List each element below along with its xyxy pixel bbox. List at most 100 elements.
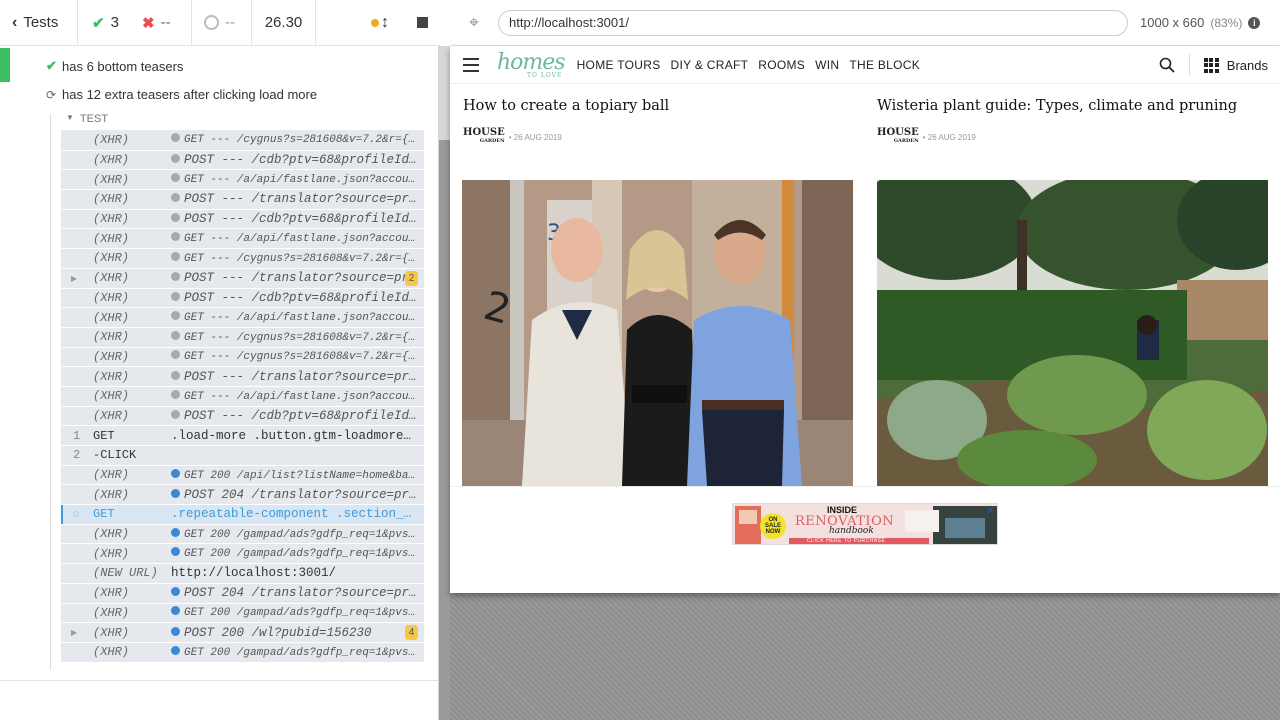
command-name: (XHR) [93,645,130,660]
command-name: (XHR) [93,212,130,227]
test-row[interactable]: ⟳ has 12 extra teasers after clicking lo… [46,87,317,102]
status-dot-icon [171,154,180,164]
brand-logo: HOUSE GARDEN [877,127,919,145]
status-dot-icon [171,370,180,380]
command-name: (XHR) [93,586,130,601]
tests-button[interactable]: ‹ Tests [0,0,78,46]
command-name: (XHR) [93,251,130,266]
status-dot-icon [171,291,180,301]
command-message: POST --- /cdb?ptv=68&profileId=... [171,409,424,423]
command-row[interactable]: (XHR) POST --- /cdb?ptv=68&profileId=... [61,287,424,308]
command-row[interactable]: (XHR) GET --- /cygnus?s=281608&v=7.2&r={"… [61,326,424,347]
failed-count: -- [160,14,171,31]
menu-icon[interactable] [463,57,479,72]
command-row[interactable]: (XHR) POST --- /cdb?ptv=68&profileId=... [61,405,424,426]
command-message: POST --- /cdb?ptv=68&profileId=... [171,153,424,167]
command-name: (XHR) [93,172,130,187]
nav-the-block[interactable]: THE BLOCK [849,58,920,72]
command-row[interactable]: ▶ (XHR) POST --- /translator?source=pr... 2 [61,267,424,288]
command-row[interactable]: (XHR) GET 200 /gampad/ads?gdfp_req=1&pvsi… [61,523,424,544]
command-row[interactable]: (XHR) GET --- /a/api/fastlane.json?accoun… [61,307,424,327]
autoscroll-toggle[interactable]: ↕ [371,14,389,32]
article-image[interactable] [877,180,1268,486]
command-row[interactable]: (XHR) POST --- /cdb?ptv=68&profileId=... [61,208,424,229]
test-title: has 12 extra teasers after clicking load… [62,87,318,102]
stop-button[interactable] [417,17,428,28]
test-title: has 6 bottom teasers [62,58,184,74]
command-message: POST --- /cdb?ptv=68&profileId=... [171,212,424,226]
command-name: (XHR) [93,192,130,207]
command-row[interactable]: (XHR) GET 200 /gampad/ads?gdfp_req=1&pvsi… [61,602,424,623]
passed-stat[interactable]: ✔ 3 [78,0,134,46]
command-message: GET --- /a/api/fastlane.json?account_... [171,232,424,245]
command-name: (XHR) [93,153,130,168]
status-dot-icon [171,488,180,498]
chevron-left-icon: ‹ [12,13,18,31]
expand-caret-icon[interactable]: ▶ [71,274,77,283]
site-logo[interactable]: homes TO LOVE [497,50,566,79]
status-dot-icon [171,251,180,261]
brands-button[interactable]: Brands [1203,57,1268,73]
pending-stat[interactable]: -- [192,0,252,46]
command-row[interactable]: ▶ (XHR) POST 200 /wl?pubid=156230 4 [61,622,424,642]
status-dot-icon [171,409,180,419]
nav-diy-craft[interactable]: DIY & CRAFT [671,58,749,72]
command-row[interactable]: (XHR) POST --- /translator?source=pre... [61,189,424,209]
failed-stat[interactable]: ✖ -- [134,0,192,46]
command-message: GET 200 /gampad/ads?gdfp_req=1&pvsid=... [171,606,424,619]
command-row[interactable]: (XHR) GET 200 /gampad/ads?gdfp_req=1&pvsi… [61,641,424,662]
article-title[interactable]: How to create a topiary ball [463,98,669,114]
command-row[interactable]: (XHR) GET 200 /api/list?listName=home&bas… [61,464,424,485]
status-dot-icon [171,232,180,242]
command-row[interactable]: (XHR) POST 204 /translator?source=pre... [61,484,424,505]
command-name: GET [93,507,115,522]
nav-rooms[interactable]: ROOMS [758,58,805,72]
command-message: POST 204 /translator?source=pre... [171,586,424,600]
command-name: (XHR) [93,290,130,305]
nav-win[interactable]: WIN [815,58,839,72]
command-message: POST --- /translator?source=pr... [171,271,424,285]
article-title[interactable]: Wisteria plant guide: Types, climate and… [877,98,1237,114]
command-row[interactable]: 2 -CLICK [61,445,424,465]
command-row[interactable]: (XHR) POST --- /cdb?ptv=68&profileId=... [61,149,424,170]
ad-headline-sub: handbook [829,526,874,536]
command-row[interactable]: (XHR) GET --- /cygnus?s=281608&v=7.2&r={"… [61,346,424,367]
url-field[interactable]: http://localhost:3001/ [498,9,1128,36]
command-row[interactable]: (XHR) GET --- /a/api/fastlane.json?accoun… [61,385,424,406]
command-name: (XHR) [93,408,130,423]
close-icon[interactable]: ✕ [986,504,995,517]
command-row[interactable]: (XHR) GET --- /a/api/fastlane.json?accoun… [61,228,424,249]
command-row[interactable]: (NEW URL) http://localhost:3001/ [61,563,424,583]
command-row[interactable]: (XHR) POST --- /translator?source=pre... [61,366,424,386]
command-row[interactable]: 1 GET .load-more .button.gtm-loadmore-b... [61,425,424,445]
pass-indicator [0,48,10,82]
crosshair-icon[interactable]: ⌖ [450,12,498,33]
command-row[interactable]: (XHR) POST 204 /translator?source=pre... [61,582,424,603]
ad-cta: CLICK HERE TO PURCHASE [807,538,886,544]
command-number: ◌ [61,507,93,521]
expand-caret-icon[interactable]: ▶ [71,628,77,637]
info-icon[interactable]: i [1248,16,1261,29]
command-row[interactable]: (XHR) GET --- /a/api/fastlane.json?accoun… [61,169,424,190]
command-message: POST 200 /wl?pubid=156230 [171,626,424,640]
command-name: GET [93,428,115,443]
article-image[interactable]: 2 3 [462,180,853,486]
search-icon[interactable] [1159,57,1175,73]
site-nav: homes TO LOVE HOME TOURS DIY & CRAFT ROO… [450,46,1280,84]
command-message: GET --- /a/api/fastlane.json?account_... [171,389,424,403]
reporter-scrollbar-thumb[interactable] [439,140,450,720]
ad-banner[interactable]: ON SALE NOW INSIDE RENOVATION handbook C… [732,503,998,545]
ad-badge: ON SALE NOW [764,517,781,535]
nav-home-tours[interactable]: HOME TOURS [577,58,661,72]
command-row[interactable]: ◌ GET .repeatable-component .section__r... [61,504,424,524]
test-section-label[interactable]: ▼ TEST [66,113,108,125]
command-message: GET --- /cygnus?s=281608&v=7.2&r={"id... [171,330,424,344]
command-row[interactable]: (XHR) GET --- /cygnus?s=281608&v=7.2&r={"… [61,130,424,150]
test-row[interactable]: ✔ has 6 bottom teasers [46,58,183,74]
pending-count: -- [225,14,235,31]
command-row[interactable]: (XHR) GET --- /cygnus?s=281608&v=7.2&r={"… [61,248,424,268]
article-date: • 26 AUG 2019 [922,132,976,142]
command-name: (XHR) [93,546,130,561]
command-row[interactable]: (XHR) GET 200 /gampad/ads?gdfp_req=1&pvsi… [61,543,424,564]
command-message: POST --- /cdb?ptv=68&profileId=... [171,291,424,305]
